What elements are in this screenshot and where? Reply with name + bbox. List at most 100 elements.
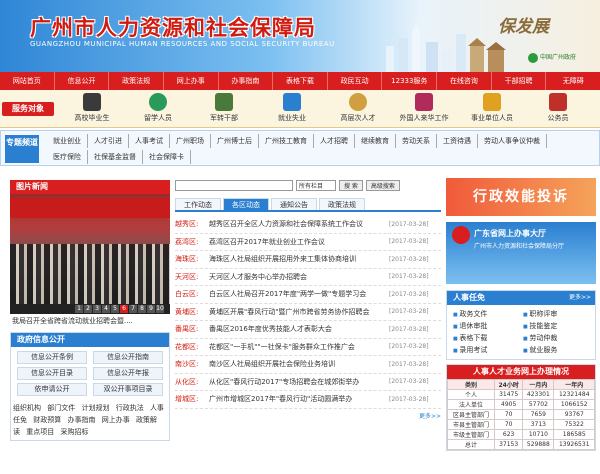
search-scope-select[interactable]: 所有栏目 [296, 179, 336, 191]
personnel-more-link[interactable]: 更多>> [569, 291, 591, 305]
news-item[interactable]: 增城区: 广州市增城区2017年"春风行动"活动圆满举办 [2017-03-28] [175, 391, 441, 409]
news-item[interactable]: 花都区: 花都区"一手机""一社保卡"服务群众工作推广会 [2017-03-28] [175, 339, 441, 356]
gov-open-button[interactable]: 信息公开年报 [93, 367, 163, 380]
pager-button[interactable]: 10 [156, 305, 164, 313]
gov-open-link[interactable]: 办事指南 [67, 416, 95, 424]
search-button[interactable]: 搜 索 [339, 179, 363, 191]
nav-item-policy[interactable]: 政策法规 [109, 72, 164, 90]
nav-item-accessibility[interactable]: 无障碍 [546, 72, 600, 90]
search-input[interactable] [175, 179, 293, 191]
service-veterans[interactable]: 军转干部 [194, 93, 254, 123]
news-more-link[interactable]: 更多>> [175, 411, 441, 420]
news-title[interactable]: 荔湾区召开2017年就业创业工作会议 [209, 237, 389, 247]
nav-item-forms[interactable]: 表格下载 [273, 72, 328, 90]
gov-open-link[interactable]: 计划规划 [81, 404, 109, 412]
channel-link[interactable]: 广州技工教育 [259, 134, 314, 148]
channel-link[interactable]: 劳动人事争议仲裁 [478, 134, 547, 148]
news-title[interactable]: 花都区"一手机""一社保卡"服务群众工作推广会 [209, 342, 389, 352]
service-overseas[interactable]: 留学人员 [128, 93, 188, 123]
news-title[interactable]: 黄埔区开展"春风行动"暨广州市跨省劳务协作招聘会 [209, 307, 389, 317]
news-title[interactable]: 海珠区人社局组织开展招用外来工集体协商培训 [209, 254, 389, 264]
channel-link[interactable]: 继续教育 [355, 134, 396, 148]
pager-button[interactable]: 8 [138, 305, 146, 313]
pager-button-active[interactable]: 6 [120, 305, 128, 313]
pager-button[interactable]: 1 [75, 305, 83, 313]
news-title[interactable]: 越秀区召开全区人力资源和社会保障系统工作会议 [209, 219, 389, 229]
news-item[interactable]: 越秀区: 越秀区召开全区人力资源和社会保障系统工作会议 [2017-03-28] [175, 216, 441, 234]
nav-item-guide[interactable]: 办事指南 [219, 72, 274, 90]
news-item[interactable]: 番禺区: 番禺区2016年度优秀技能人才表彰大会 [2017-03-28] [175, 321, 441, 339]
news-title[interactable]: 白云区人社局召开2017年度"两学一做"专题学习会 [209, 289, 389, 299]
service-public-institution[interactable]: 事业单位人员 [462, 93, 522, 123]
service-foreigners[interactable]: 外国人来华工作 [394, 93, 454, 123]
gov-open-link[interactable]: 重点项目 [26, 428, 54, 436]
nav-item-12333[interactable]: 12333服务 [382, 72, 438, 90]
channel-link[interactable]: 工资待遇 [437, 134, 478, 148]
pager-button[interactable]: 7 [129, 305, 137, 313]
channel-link[interactable]: 社保基金监督 [88, 150, 143, 164]
news-item[interactable]: 黄埔区: 黄埔区开展"春风行动"暨广州市跨省劳务协作招聘会 [2017-03-28] [175, 304, 441, 321]
gov-open-link[interactable]: 财政预算 [33, 416, 61, 424]
personnel-link[interactable]: 就业服务 [523, 345, 589, 355]
nav-item-recruit[interactable]: 干部招聘 [492, 72, 547, 90]
news-title[interactable]: 南沙区人社局组织开展社会保险业务培训 [209, 359, 389, 369]
channel-link[interactable]: 社会保障卡 [143, 150, 191, 164]
pager-button[interactable]: 3 [93, 305, 101, 313]
gov-open-link[interactable]: 部门文件 [47, 404, 75, 412]
personnel-link[interactable]: 录用考试 [453, 345, 519, 355]
channel-link[interactable]: 人才引进 [88, 134, 129, 148]
personnel-link[interactable]: 职称评审 [523, 309, 589, 319]
nav-item-info-open[interactable]: 信息公开 [55, 72, 110, 90]
gov-open-link[interactable]: 组织机构 [13, 404, 41, 412]
gov-open-button[interactable]: 依申请公开 [17, 383, 87, 396]
news-item[interactable]: 海珠区: 海珠区人社局组织开展招用外来工集体协商培训 [2017-03-28] [175, 251, 441, 269]
gov-open-button[interactable]: 信息公开目录 [17, 367, 87, 380]
news-title[interactable]: 天河区人才服务中心举办招聘会 [209, 272, 389, 282]
channel-link[interactable]: 广州博士后 [211, 134, 259, 148]
gov-open-button[interactable]: 信息公开指南 [93, 351, 163, 364]
service-talent[interactable]: 高层次人才 [328, 93, 388, 123]
online-hall-banner[interactable]: 广东省网上办事大厅 广州市人力资源和社会保障局分厅 [446, 222, 596, 284]
photo-caption[interactable]: 我局召开全省跨省流动就业招聘会暨.... [10, 314, 170, 328]
channel-link[interactable]: 广州职场 [170, 134, 211, 148]
service-civil-servants[interactable]: 公务员 [528, 93, 588, 123]
gov-open-link[interactable]: 行政执法 [116, 404, 144, 412]
news-item[interactable]: 天河区: 天河区人才服务中心举办招聘会 [2017-03-28] [175, 269, 441, 286]
gov-logo[interactable]: 中国广州政府 [528, 52, 592, 68]
channel-link[interactable]: 就业创业 [47, 134, 88, 148]
tab-notices[interactable]: 通知公告 [271, 198, 317, 210]
gov-open-link[interactable]: 采购招标 [60, 428, 88, 436]
nav-item-home[interactable]: 网站首页 [0, 72, 55, 90]
news-title[interactable]: 从化区"春风行动2017"专场招聘会在城郊街举办 [209, 377, 389, 387]
complaint-banner[interactable]: 行政效能投诉 [446, 178, 596, 216]
channel-link[interactable]: 人才招聘 [314, 134, 355, 148]
channel-link[interactable]: 医疗保险 [47, 150, 88, 164]
pager-button[interactable]: 4 [102, 305, 110, 313]
gov-open-button[interactable]: 信息公开条例 [17, 351, 87, 364]
tab-work-news[interactable]: 工作动态 [175, 198, 221, 210]
personnel-link[interactable]: 表格下载 [453, 333, 519, 343]
nav-item-consult[interactable]: 在线咨询 [437, 72, 492, 90]
tab-district-news[interactable]: 各区动态 [223, 198, 269, 210]
personnel-link[interactable]: 劳动仲裁 [523, 333, 589, 343]
news-title[interactable]: 广州市增城区2017年"春风行动"活动圆满举办 [209, 394, 389, 404]
gov-open-link[interactable]: 网上办事 [102, 416, 130, 424]
channel-link[interactable]: 人事考试 [129, 134, 170, 148]
service-employment[interactable]: 就业失业 [262, 93, 322, 123]
personnel-link[interactable]: 政务文件 [453, 309, 519, 319]
gov-open-button[interactable]: 双公开事项目录 [93, 383, 163, 396]
news-title[interactable]: 番禺区2016年度优秀技能人才表彰大会 [209, 324, 389, 334]
news-item[interactable]: 荔湾区: 荔湾区召开2017年就业创业工作会议 [2017-03-28] [175, 234, 441, 251]
pager-button[interactable]: 9 [147, 305, 155, 313]
pager-button[interactable]: 5 [111, 305, 119, 313]
nav-item-online-service[interactable]: 网上办事 [164, 72, 219, 90]
news-item[interactable]: 南沙区: 南沙区人社局组织开展社会保险业务培训 [2017-03-28] [175, 356, 441, 374]
advanced-search-button[interactable]: 高级搜索 [365, 179, 400, 191]
channel-link[interactable]: 劳动关系 [396, 134, 437, 148]
personnel-link[interactable]: 技能鉴定 [523, 321, 589, 331]
news-item[interactable]: 从化区: 从化区"春风行动2017"专场招聘会在城郊街举办 [2017-03-28] [175, 374, 441, 391]
photo-news-image[interactable] [10, 194, 170, 304]
news-item[interactable]: 白云区: 白云区人社局召开2017年度"两学一做"专题学习会 [2017-03-28… [175, 286, 441, 304]
nav-item-interaction[interactable]: 政民互动 [328, 72, 383, 90]
tab-policies[interactable]: 政策法规 [319, 198, 365, 210]
